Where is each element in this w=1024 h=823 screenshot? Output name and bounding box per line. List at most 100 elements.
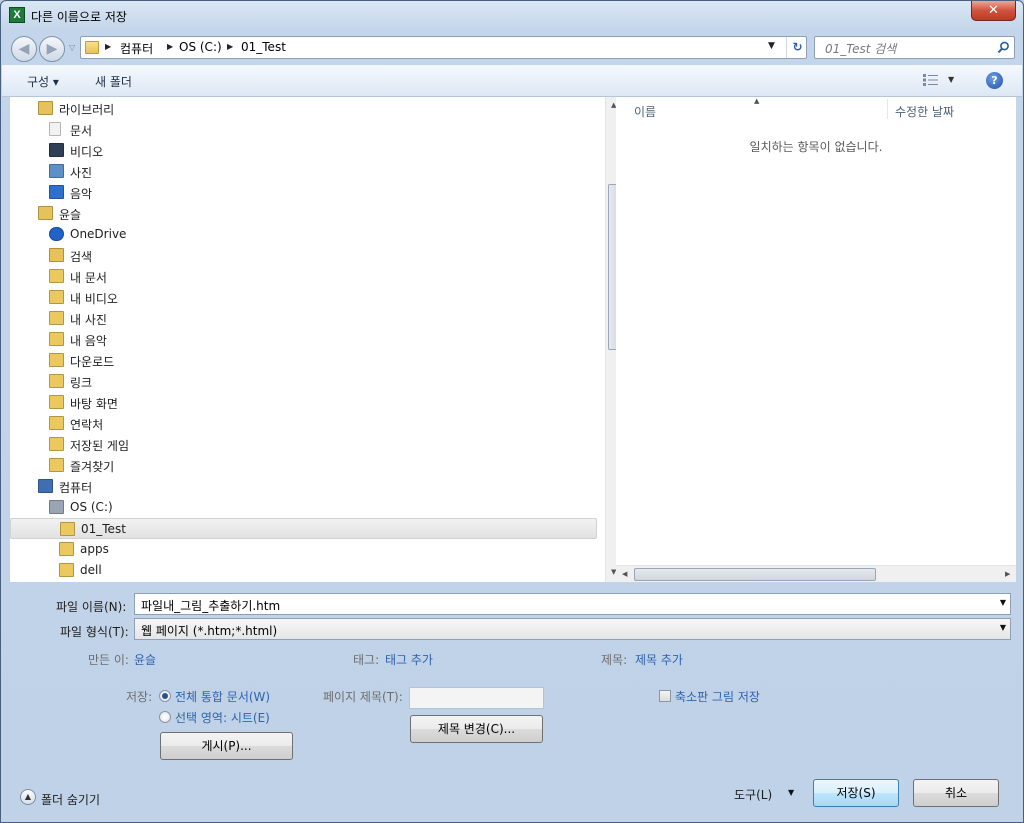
file-list-scrollbar[interactable]: ◀ ▶ <box>616 565 1016 582</box>
publish-button[interactable]: 게시(P)... <box>160 732 293 760</box>
change-title-button[interactable]: 제목 변경(C)... <box>410 715 543 743</box>
tree-item[interactable]: 음악 <box>49 182 349 203</box>
excel-icon: X <box>9 7 25 23</box>
tree-item[interactable]: apps <box>59 539 359 560</box>
tree-item[interactable]: 01_Test <box>10 518 597 539</box>
filename-label: 파일 이름(N): <box>56 600 127 614</box>
tags-value[interactable]: 태그 추가 <box>385 651 433 668</box>
tree-item[interactable]: 내 문서 <box>49 266 349 287</box>
author-value[interactable]: 윤슬 <box>134 651 156 668</box>
radio-whole-workbook-label[interactable]: 전체 통합 문서(W) <box>175 688 270 705</box>
search-box[interactable]: 01_Test 검색 <box>814 36 1015 59</box>
breadcrumb-computer[interactable]: 컴퓨터 <box>120 40 153 57</box>
save-button[interactable]: 저장(S) <box>813 779 899 807</box>
tags-label: 태그: <box>353 653 380 667</box>
tree-item[interactable]: 컴퓨터 <box>38 476 338 497</box>
tree-item[interactable]: 즐겨찾기 <box>49 455 349 476</box>
radio-whole-workbook[interactable] <box>159 690 171 702</box>
tree-item[interactable]: 내 음악 <box>49 329 349 350</box>
navigation-pane: 라이브러리 문서 비디오 사진 음악 윤슬 OneDrive 검색내 문서 내 비디오내 사진내… <box>10 97 622 582</box>
thumbnail-label[interactable]: 축소판 그림 저장 <box>675 688 760 705</box>
tree-item[interactable]: 내 비디오 <box>49 287 349 308</box>
view-options-icon[interactable] <box>923 74 938 86</box>
command-bar: 구성 ▾ 새 폴더 ▼ ? <box>2 65 1022 97</box>
breadcrumb-folder[interactable]: 01_Test <box>241 40 286 54</box>
tools-dropdown-icon[interactable]: ▼ <box>788 788 794 797</box>
tools-button[interactable]: 도구(L) <box>734 786 772 803</box>
tree-item[interactable]: 윤슬 <box>38 203 338 224</box>
hide-folders-icon[interactable]: ▲ <box>20 789 36 805</box>
folder-icon <box>85 41 99 54</box>
forward-button[interactable]: ▶ <box>39 36 65 62</box>
tree-item[interactable]: 내 사진 <box>49 308 349 329</box>
download-folder-icon <box>49 353 64 367</box>
tree-item[interactable]: 바탕 화면 <box>49 392 349 413</box>
close-button[interactable]: ✕ <box>971 1 1016 21</box>
filename-value[interactable]: 파일내_그림_추출하기.htm <box>141 599 280 613</box>
title-label: 제목: <box>601 653 628 667</box>
filetype-value[interactable]: 웹 페이지 (*.htm;*.html) <box>141 624 277 638</box>
recent-pages-dropdown-icon[interactable]: ▽ <box>69 43 75 52</box>
tree-item[interactable]: 문서 <box>49 119 349 140</box>
new-folder-button[interactable]: 새 폴더 <box>95 73 132 90</box>
tree-item-label: 내 음악 <box>70 334 107 348</box>
refresh-icon[interactable]: ↻ <box>786 37 808 58</box>
tree-item-label: OneDrive <box>70 227 127 241</box>
hide-folders-button[interactable]: 폴더 숨기기 <box>41 791 100 808</box>
help-icon[interactable]: ? <box>986 72 1003 89</box>
radio-selection[interactable] <box>159 711 171 723</box>
title-bar: X 다른 이름으로 저장 ✕ <box>1 1 1023 31</box>
empty-message: 일치하는 항목이 없습니다. <box>749 140 883 154</box>
search-input[interactable]: 01_Test 검색 <box>825 40 896 57</box>
tree-item[interactable]: OneDrive <box>49 224 349 245</box>
window-title: 다른 이름으로 저장 <box>31 10 127 24</box>
column-header-modified[interactable]: 수정한 날짜 <box>895 103 954 120</box>
column-header-name[interactable]: 이름 <box>634 103 656 120</box>
tree-item-label: 검색 <box>70 250 93 264</box>
filename-field[interactable]: 파일내_그림_추출하기.htm ▼ <box>134 593 1011 615</box>
folder-icon <box>49 311 64 325</box>
user-folder-icon <box>38 206 53 220</box>
filetype-dropdown-icon[interactable]: ▼ <box>1000 623 1006 632</box>
title-value[interactable]: 제목 추가 <box>635 651 683 668</box>
scroll-right-icon[interactable]: ▶ <box>1005 570 1010 578</box>
cancel-button[interactable]: 취소 <box>913 779 999 807</box>
video-icon <box>49 143 64 157</box>
breadcrumb-arrow-icon[interactable]: ▶ <box>167 42 173 51</box>
contacts-folder-icon <box>49 416 64 430</box>
folder-icon <box>49 332 64 346</box>
tree-item-label: 내 사진 <box>70 313 107 327</box>
file-list-pane: ▲ 이름 수정한 날짜 일치하는 항목이 없습니다. ◀ ▶ <box>616 97 1016 582</box>
scroll-thumb[interactable] <box>634 568 876 581</box>
tree-item[interactable]: 비디오 <box>49 140 349 161</box>
tree-item[interactable]: OS (C:) <box>49 497 349 518</box>
tree-item[interactable]: 검색 <box>49 245 349 266</box>
address-bar[interactable]: ▶ 컴퓨터 ▶ OS (C:) ▶ 01_Test ▼ ↻ <box>80 36 807 59</box>
address-dropdown-icon[interactable]: ▼ <box>768 41 775 51</box>
organize-button[interactable]: 구성 ▾ <box>27 73 59 90</box>
tree-item[interactable]: 다운로드 <box>49 350 349 371</box>
tree-item[interactable]: dell <box>59 560 359 581</box>
drive-icon <box>49 500 64 514</box>
breadcrumb-arrow-icon[interactable]: ▶ <box>227 42 233 51</box>
back-button[interactable]: ◀ <box>11 36 37 62</box>
search-folder-icon <box>49 248 64 262</box>
page-title-field <box>409 687 544 709</box>
tree-item[interactable]: 저장된 게임 <box>49 434 349 455</box>
tree-item[interactable]: 링크 <box>49 371 349 392</box>
filetype-select[interactable]: 웹 페이지 (*.htm;*.html) ▼ <box>134 618 1011 640</box>
search-icon[interactable] <box>997 41 1010 54</box>
view-dropdown-icon[interactable]: ▼ <box>948 75 954 84</box>
thumbnail-checkbox[interactable] <box>659 690 671 702</box>
music-icon <box>49 185 64 199</box>
author-label: 만든 이: <box>88 653 129 667</box>
scroll-left-icon[interactable]: ◀ <box>622 570 627 578</box>
tree-item[interactable]: 연락처 <box>49 413 349 434</box>
tree-item[interactable]: 라이브러리 <box>38 98 338 119</box>
breadcrumb-drive[interactable]: OS (C:) <box>179 40 222 54</box>
radio-selection-label[interactable]: 선택 영역: 시트(E) <box>175 709 270 726</box>
tree-item[interactable]: 사진 <box>49 161 349 182</box>
column-divider[interactable] <box>887 99 888 119</box>
breadcrumb-arrow-icon[interactable]: ▶ <box>105 42 111 51</box>
filename-dropdown-icon[interactable]: ▼ <box>1000 598 1006 607</box>
